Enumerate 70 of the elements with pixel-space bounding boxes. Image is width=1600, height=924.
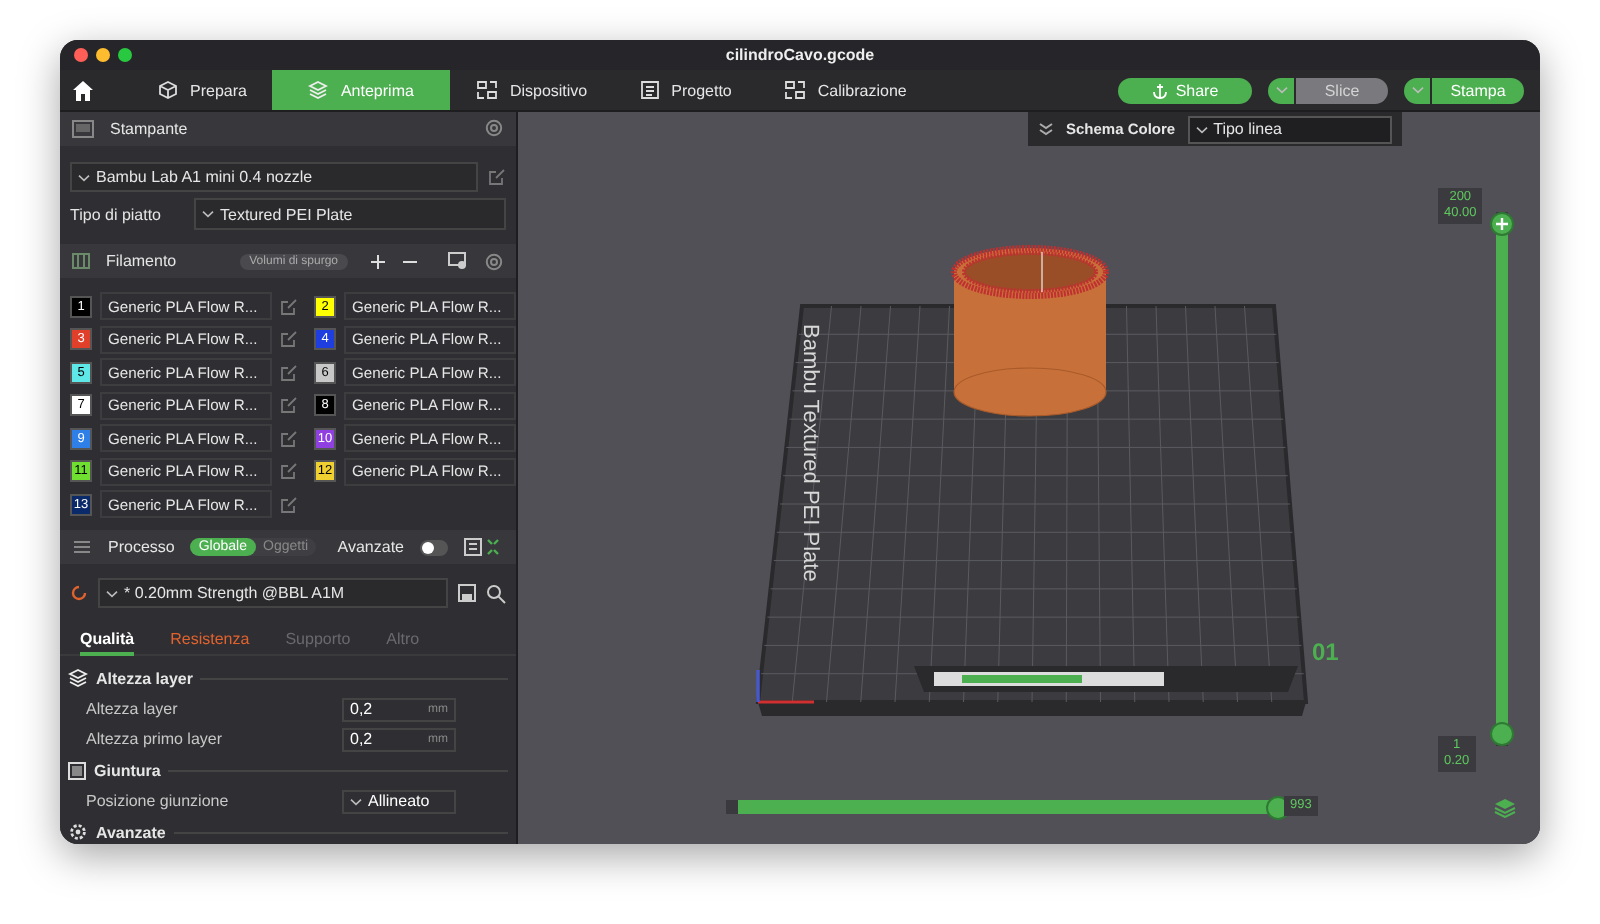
toolbar-tab[interactable]: Prepara (118, 70, 273, 110)
device-icon (783, 80, 806, 100)
color-scheme-select[interactable]: Tipo linea (1187, 115, 1392, 143)
group-title: Altezza layer (96, 669, 193, 687)
toolbar-tab[interactable]: Calibrazione (757, 70, 933, 110)
section-title: Processo (108, 538, 175, 556)
advanced-toggle[interactable] (420, 539, 448, 555)
layer-slider[interactable] (1490, 212, 1514, 746)
collapse-icon[interactable] (1038, 122, 1054, 136)
settings-icon[interactable] (484, 117, 504, 137)
search-icon[interactable] (486, 583, 506, 603)
caret-icon (1195, 125, 1208, 133)
caret-icon (350, 797, 362, 805)
preset-select[interactable]: * 0.20mm Strength @BBL A1M (98, 578, 448, 608)
toolbar-tab[interactable]: Progetto (613, 70, 758, 110)
edit-icon[interactable] (280, 495, 298, 513)
section-title: Filamento (106, 252, 177, 270)
advanced-label: Avanzate (337, 538, 404, 556)
plate-label: Bambu Textured PEI Plate (798, 324, 822, 582)
printer-icon (72, 120, 94, 138)
caret-icon (78, 173, 90, 181)
dropdown-button[interactable] (1268, 77, 1294, 103)
home-icon[interactable] (72, 79, 94, 101)
printer-select[interactable]: Bambu Lab A1 mini 0.4 nozzle (70, 162, 478, 192)
minimize-window-button[interactable] (96, 48, 110, 62)
plus-icon[interactable] (370, 253, 386, 269)
setting-label: Posizione giunzione (86, 792, 229, 810)
move-slider[interactable] (726, 795, 1290, 819)
section-title: Stampante (110, 120, 188, 138)
edit-icon[interactable] (280, 462, 298, 480)
select-field[interactable]: Allineato (342, 789, 456, 813)
caret-icon (1275, 86, 1287, 94)
plate-select[interactable]: Textured PEI Plate (194, 198, 506, 230)
device-icon (475, 80, 498, 100)
plus-icon (1494, 216, 1510, 232)
edit-icon[interactable] (280, 429, 298, 447)
edit-icon[interactable] (488, 168, 506, 186)
toolbar-tab[interactable]: Dispositivo (449, 70, 614, 110)
caret-icon (1411, 86, 1423, 94)
list-icon (639, 80, 660, 100)
build-plate-drawing[interactable] (755, 245, 1309, 716)
cube-icon (158, 80, 178, 100)
setting-label: Altezza primo layer (86, 730, 223, 748)
anchor-icon (1151, 81, 1168, 99)
edit-icon[interactable] (280, 396, 298, 414)
settings-tab[interactable]: Qualità (80, 626, 135, 656)
zoom-window-button[interactable] (118, 48, 132, 62)
gear-icon (68, 822, 88, 842)
lower-thumb-handle[interactable] (1490, 722, 1514, 746)
save-icon[interactable] (458, 584, 476, 602)
field-label: Tipo di piatto (70, 205, 164, 223)
edit-icon[interactable] (280, 297, 298, 315)
caret-icon (202, 210, 214, 218)
upper-thumb-handle[interactable] (1490, 212, 1514, 236)
edit-icon[interactable] (280, 363, 298, 381)
compare-icon[interactable] (464, 538, 504, 556)
dropdown-button[interactable] (1404, 77, 1430, 103)
edit-icon[interactable] (280, 330, 298, 348)
reset-icon[interactable] (70, 584, 88, 602)
spool-icon (72, 252, 90, 270)
close-window-button[interactable] (74, 48, 88, 62)
group-title: Avanzate (96, 823, 166, 841)
group-title: Giuntura (94, 761, 161, 779)
settings-icon[interactable] (484, 251, 504, 271)
settings-tab[interactable]: Resistenza (170, 626, 250, 652)
caret-icon (106, 589, 118, 597)
plate-number: 01 (1312, 638, 1339, 666)
window-title: cilindroCavo.gcode (725, 46, 875, 64)
square-icon (68, 761, 86, 779)
setting-label: Altezza layer (86, 700, 178, 718)
